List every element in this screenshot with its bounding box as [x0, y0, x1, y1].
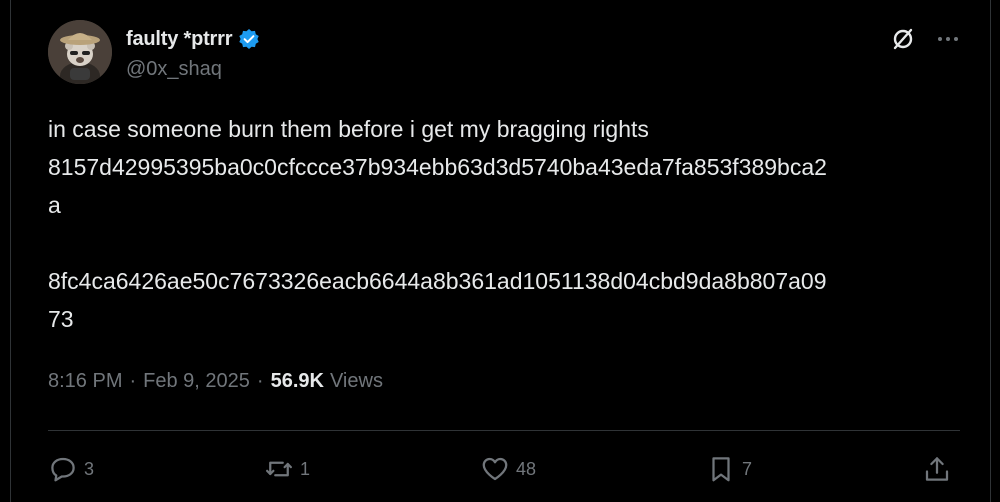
- like-count: 48: [515, 458, 536, 479]
- meta-separator: ·: [129, 370, 137, 392]
- reply-button[interactable]: 3: [48, 454, 94, 484]
- tweet-text-line: in case someone burn them before i get m…: [48, 116, 649, 142]
- bookmark-icon: [712, 457, 730, 482]
- meta-separator: ·: [256, 370, 264, 392]
- tweet-text-line: a: [48, 192, 61, 218]
- author-handle[interactable]: @0x_shaq: [126, 58, 222, 81]
- bookmark-count: 7: [741, 458, 752, 479]
- verified-badge-icon[interactable]: [238, 28, 260, 50]
- repost-button[interactable]: 1: [264, 454, 310, 484]
- tweet-text-line: [48, 224, 968, 262]
- tweet-text-line: 8157d42995395ba0c0cfccce37b934ebb63d3d57…: [48, 154, 827, 180]
- tweet-action-bar: 3 1 48 7: [48, 450, 952, 488]
- tweet-text-line: 8fc4ca6426ae50c7673326eacb6644a8b361ad10…: [48, 268, 827, 294]
- author-name-row: faulty *ptrrr: [126, 26, 260, 52]
- tweet-time[interactable]: 8:16 PM: [48, 370, 122, 393]
- tweet-text-line: 73: [48, 306, 74, 332]
- reply-icon: [51, 457, 75, 482]
- tweet-top-actions: [890, 26, 960, 52]
- grok-icon[interactable]: [890, 26, 916, 52]
- more-options-icon[interactable]: [936, 27, 960, 51]
- bookmark-button[interactable]: 7: [706, 454, 752, 484]
- like-button[interactable]: 48: [480, 454, 536, 484]
- tweet-date[interactable]: Feb 9, 2025: [143, 370, 250, 393]
- share-button[interactable]: [922, 454, 952, 484]
- tweet-text: in case someone burn them before i get m…: [48, 110, 968, 338]
- repost-icon: [265, 461, 292, 477]
- share-icon: [925, 457, 949, 481]
- repost-count: 1: [299, 458, 310, 479]
- divider: [48, 430, 960, 431]
- avatar[interactable]: [48, 20, 112, 84]
- heart-icon: [482, 457, 508, 481]
- bear-avatar-icon: [48, 20, 112, 84]
- author-display-name[interactable]: faulty *ptrrr: [126, 28, 233, 51]
- views-count[interactable]: 56.9K: [271, 370, 324, 393]
- reply-count: 3: [84, 458, 95, 479]
- views-label: Views: [329, 370, 383, 392]
- tweet-meta: 8:16 PM · Feb 9, 2025 · 56.9K Views: [48, 370, 383, 393]
